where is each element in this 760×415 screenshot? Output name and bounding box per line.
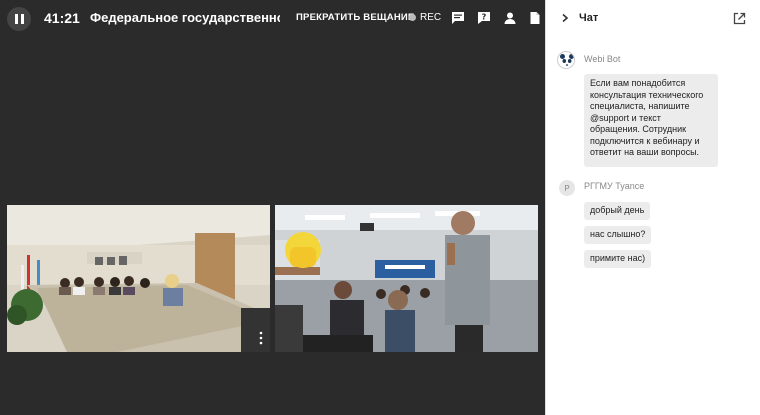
svg-text:?: ? <box>482 13 487 22</box>
user-avatar: Р <box>559 180 575 196</box>
message-author: Webi Bot <box>584 54 621 64</box>
participants-icon[interactable] <box>503 11 517 25</box>
message-author: РГГМУ Tyance <box>584 181 645 191</box>
bot-avatar <box>557 51 575 69</box>
video-tile-2[interactable] <box>275 205 538 352</box>
document-icon[interactable] <box>528 11 542 25</box>
chat-header: Чат <box>546 0 760 36</box>
rec-indicator[interactable]: REC <box>409 12 441 23</box>
message-bubble: Если вам понадобится консультация технич… <box>584 74 718 167</box>
top-toolbar: 41:21 Федеральное государственное ПРЕКРА… <box>0 0 545 36</box>
chat-icon[interactable] <box>451 11 465 25</box>
external-link-icon[interactable] <box>733 12 746 25</box>
question-icon[interactable]: ? <box>477 11 491 25</box>
pause-icon-bar <box>20 14 24 24</box>
chat-title: Чат <box>579 12 599 24</box>
panda-icon <box>559 53 574 68</box>
stop-broadcast-button[interactable]: ПРЕКРАТИТЬ ВЕЩАНИЕ <box>296 12 414 23</box>
webinar-title: Федеральное государственное <box>90 10 280 25</box>
message-bubble: добрый день <box>584 202 651 220</box>
pause-button[interactable] <box>7 7 31 31</box>
pause-icon <box>14 14 18 24</box>
chat-panel: Чат Webi Bot Если вам понадобится консул… <box>545 0 760 415</box>
message-bubble: нас слышно? <box>584 226 652 244</box>
video-stage: 41:21 Федеральное государственное ПРЕКРА… <box>0 0 545 415</box>
video-frame-conference-room <box>7 205 270 352</box>
video-tile-1[interactable] <box>7 205 270 352</box>
rec-dot-icon <box>409 14 416 21</box>
message-bubble: примите нас) <box>584 250 652 268</box>
chevron-right-icon[interactable] <box>560 13 570 23</box>
video-frame-audience <box>275 205 538 352</box>
broadcast-timer: 41:21 <box>44 10 80 26</box>
rec-label: REC <box>420 12 442 23</box>
